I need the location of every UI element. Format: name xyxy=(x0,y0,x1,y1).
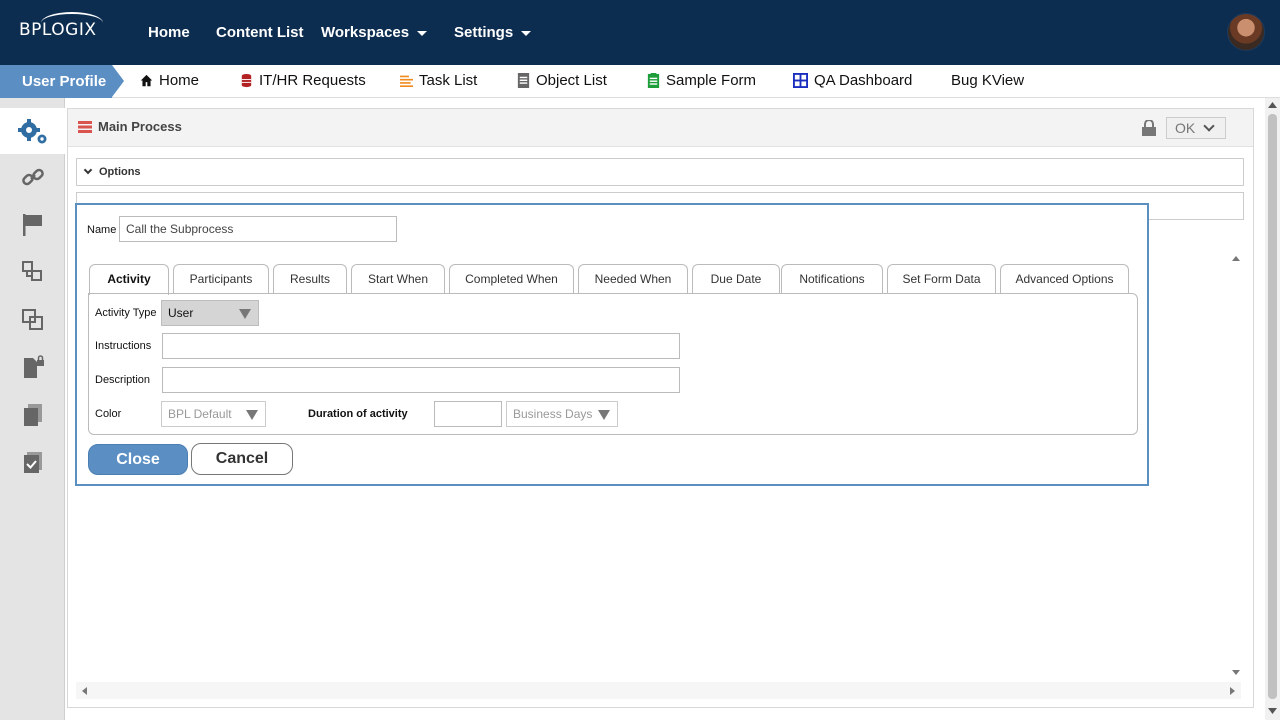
duration-unit-value: Business Days xyxy=(513,407,593,421)
tab-set-form-data[interactable]: Set Form Data xyxy=(887,264,996,294)
name-input[interactable]: Call the Subprocess xyxy=(119,216,397,242)
home-icon xyxy=(140,74,153,87)
activity-tab-panel: Activity Type User Instructions Descript… xyxy=(88,293,1138,435)
activity-type-label: Activity Type xyxy=(95,307,157,319)
tab-activity[interactable]: Activity xyxy=(89,264,169,295)
nav2-sample-form-label: Sample Form xyxy=(666,72,757,89)
tab-needed-when[interactable]: Needed When xyxy=(578,264,688,294)
checklist-icon[interactable] xyxy=(21,451,45,475)
tab-advanced-options[interactable]: Advanced Options xyxy=(1000,264,1129,294)
description-label: Description xyxy=(95,374,151,386)
horizontal-scrollbar[interactable] xyxy=(76,682,1241,699)
description-input[interactable] xyxy=(162,367,680,393)
tab-completed-when[interactable]: Completed When xyxy=(449,264,574,294)
activity-type-select[interactable]: User xyxy=(161,300,259,326)
topnav-content-list[interactable]: Content List xyxy=(216,24,304,41)
link-icon[interactable] xyxy=(21,165,45,189)
panel-title: Main Process xyxy=(98,119,182,134)
scroll-down-arrow[interactable] xyxy=(1268,708,1277,715)
ok-label: OK xyxy=(1175,120,1196,136)
tab-results[interactable]: Results xyxy=(273,264,347,294)
scroll-down-arrow[interactable] xyxy=(1231,669,1241,677)
nav2-sample-form[interactable]: Sample Form xyxy=(647,72,756,89)
options-label: Options xyxy=(99,166,141,178)
dropdown-arrow-icon xyxy=(246,410,258,420)
scroll-up-arrow[interactable] xyxy=(1268,101,1277,108)
panel-header: Main Process OK xyxy=(68,109,1253,147)
nav2-task-list[interactable]: Task List xyxy=(400,72,477,89)
dropdown-arrow-icon xyxy=(598,410,610,420)
tab-notifications[interactable]: Notifications xyxy=(781,264,883,294)
topnav-home[interactable]: Home xyxy=(148,24,190,41)
dashboard-icon xyxy=(793,73,808,88)
nav2-it-hr-requests-label: IT/HR Requests xyxy=(259,72,366,89)
database-icon xyxy=(241,73,252,88)
nav2-qa-dashboard[interactable]: QA Dashboard xyxy=(793,72,912,89)
copy-icon[interactable] xyxy=(21,308,45,332)
scroll-left-arrow[interactable] xyxy=(80,686,88,696)
duration-input[interactable] xyxy=(434,401,502,427)
user-profile-label: User Profile xyxy=(22,73,107,90)
nav2-bug-kview-label: Bug KView xyxy=(951,72,1025,89)
color-value: BPL Default xyxy=(168,407,232,421)
left-sidebar xyxy=(0,98,65,720)
scrollbar-thumb[interactable] xyxy=(1268,114,1277,699)
tab-start-when[interactable]: Start When xyxy=(351,264,445,294)
document-icon xyxy=(517,73,530,88)
topnav-workspaces-label: Workspaces xyxy=(321,24,410,41)
nav2-object-list-label: Object List xyxy=(536,72,607,89)
activity-dialog: Name Call the Subprocess Activity Partic… xyxy=(75,203,1149,486)
process-icon xyxy=(78,121,92,133)
locked-document-icon[interactable] xyxy=(21,355,45,379)
list-icon xyxy=(400,75,413,87)
sidebar-item-process[interactable] xyxy=(0,108,65,154)
documents-icon[interactable] xyxy=(21,403,45,427)
nav2-home[interactable]: Home xyxy=(140,72,199,89)
tab-due-date[interactable]: Due Date xyxy=(692,264,780,294)
name-label: Name xyxy=(87,224,117,236)
nav2-qa-dashboard-label: QA Dashboard xyxy=(814,72,913,89)
color-label: Color xyxy=(95,408,122,420)
chevron-down-icon xyxy=(417,30,428,36)
nav2-it-hr-requests[interactable]: IT/HR Requests xyxy=(240,72,366,89)
instructions-label: Instructions xyxy=(95,340,152,352)
gears-icon xyxy=(18,119,47,144)
cancel-button[interactable]: Cancel xyxy=(191,443,293,475)
scroll-right-arrow[interactable] xyxy=(1229,686,1237,696)
lock-icon[interactable] xyxy=(1142,120,1156,136)
topnav-workspaces[interactable]: Workspaces xyxy=(321,24,428,41)
options-accordion[interactable]: Options xyxy=(76,158,1244,186)
window-scrollbar[interactable] xyxy=(1265,98,1280,720)
user-profile-tab[interactable]: User Profile xyxy=(0,65,124,98)
instructions-input[interactable] xyxy=(162,333,680,359)
nav2-home-label: Home xyxy=(159,72,200,89)
topnav-content-list-label: Content List xyxy=(216,24,304,41)
topnav-settings-label: Settings xyxy=(454,24,514,41)
form-icon xyxy=(647,73,660,88)
topnav-settings[interactable]: Settings xyxy=(454,24,532,41)
avatar[interactable] xyxy=(1227,13,1265,51)
chevron-down-icon xyxy=(521,30,532,36)
topnav-home-label: Home xyxy=(148,24,190,41)
nav2-object-list[interactable]: Object List xyxy=(517,72,607,89)
activity-type-value: User xyxy=(168,306,194,320)
bplogix-logo[interactable]: BPLOGIX xyxy=(19,12,103,40)
quick-nav-bar: User Profile Home IT/HR Requests Task Li… xyxy=(0,65,1280,98)
duration-label: Duration of activity xyxy=(308,408,408,420)
close-button[interactable]: Close xyxy=(88,444,188,475)
chevron-down-icon xyxy=(83,165,93,175)
dropdown-arrow-icon xyxy=(239,309,251,319)
subprocess-icon[interactable] xyxy=(21,260,45,284)
ok-dropdown-button[interactable]: OK xyxy=(1166,117,1226,139)
nav2-bug-kview[interactable]: Bug KView xyxy=(951,72,1024,89)
flag-icon[interactable] xyxy=(21,213,45,237)
chevron-down-icon xyxy=(1203,120,1215,132)
duration-unit-select[interactable]: Business Days xyxy=(506,401,618,427)
scroll-up-arrow[interactable] xyxy=(1231,254,1241,262)
top-bar: BPLOGIX Home Content List Workspaces Set… xyxy=(0,0,1280,65)
nav2-task-list-label: Task List xyxy=(419,72,478,89)
tab-participants[interactable]: Participants xyxy=(173,264,269,294)
color-select[interactable]: BPL Default xyxy=(161,401,266,427)
